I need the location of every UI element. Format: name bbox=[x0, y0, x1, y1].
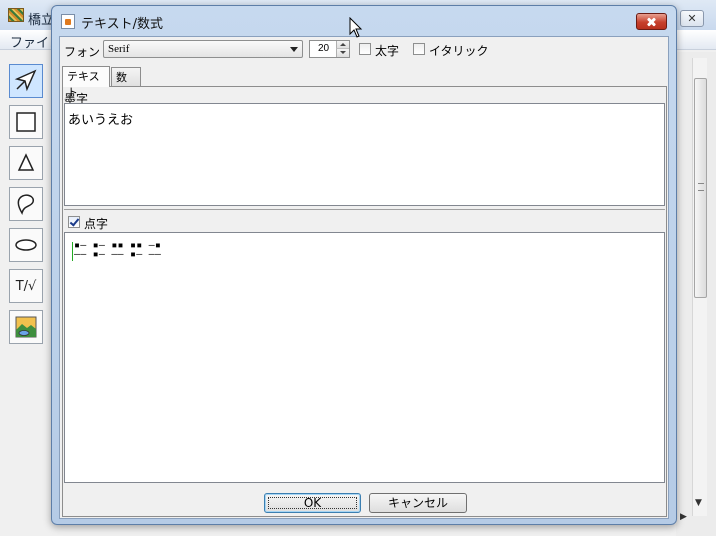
ink-text-area[interactable]: あいうえお bbox=[64, 103, 665, 206]
text-tab-panel: 墨字 あいうえお 点字 ▪‒ ▪‒ ▪▪ ▪▪ ‒▪ ‒‒ ▪‒ ‒‒ ▪‒ ‒… bbox=[62, 86, 667, 517]
spin-down-icon[interactable] bbox=[336, 49, 349, 57]
rectangle-icon bbox=[16, 112, 36, 132]
splitter[interactable] bbox=[64, 209, 665, 210]
java-cup-icon bbox=[61, 14, 75, 29]
scrollbar-thumb[interactable] bbox=[694, 78, 707, 298]
font-select-value: Serif bbox=[108, 43, 130, 55]
italic-checkbox[interactable] bbox=[413, 43, 425, 55]
dialog-close-button[interactable] bbox=[636, 13, 667, 30]
tool-rectangle[interactable] bbox=[9, 105, 43, 139]
bold-label[interactable]: 太字 bbox=[375, 42, 399, 59]
spin-up-icon[interactable] bbox=[336, 41, 349, 49]
tool-text-math[interactable]: T/√ bbox=[9, 269, 43, 303]
scroll-down-arrow-icon[interactable]: ▼ bbox=[695, 498, 702, 508]
tool-select[interactable] bbox=[9, 64, 43, 98]
tool-ellipse[interactable] bbox=[9, 228, 43, 262]
font-size-value: 20 bbox=[318, 43, 330, 54]
main-close-button[interactable]: ✕ bbox=[680, 10, 704, 27]
tool-triangle[interactable] bbox=[9, 146, 43, 180]
italic-label[interactable]: イタリック bbox=[429, 42, 489, 59]
bold-checkbox[interactable] bbox=[359, 43, 371, 55]
text-math-icon: T/√ bbox=[15, 278, 37, 294]
triangle-icon bbox=[17, 153, 35, 171]
freeform-icon bbox=[17, 194, 35, 215]
tool-freeform[interactable] bbox=[9, 187, 43, 221]
ok-button[interactable]: OK bbox=[264, 493, 361, 513]
scroll-right-arrow-icon[interactable]: ▶ bbox=[680, 512, 687, 522]
braille-label[interactable]: 点字 bbox=[84, 215, 108, 232]
tool-image[interactable] bbox=[9, 310, 43, 344]
braille-text-area[interactable]: ▪‒ ▪‒ ▪▪ ▪▪ ‒▪ ‒‒ ▪‒ ‒‒ ▪‒ ‒‒ bbox=[64, 232, 665, 483]
dialog-body: フォント Serif 20 太字 イタリック テキスト 数式 墨字 あいうえお … bbox=[59, 36, 669, 519]
tab-text[interactable]: テキスト bbox=[62, 66, 110, 99]
chevron-down-icon bbox=[290, 47, 298, 52]
braille-line: ‒‒ ▪‒ ‒‒ ▪‒ ‒‒ bbox=[74, 249, 162, 260]
braille-checkbox[interactable] bbox=[68, 216, 80, 228]
ink-text-value: あいうえお bbox=[68, 113, 134, 128]
font-select[interactable]: Serif bbox=[103, 40, 303, 58]
cancel-button[interactable]: キャンセル bbox=[369, 493, 467, 513]
dialog-title: テキスト/数式 bbox=[81, 17, 163, 32]
mouse-cursor-icon bbox=[349, 17, 363, 38]
app-icon bbox=[8, 8, 24, 22]
select-arrow-icon bbox=[14, 69, 37, 92]
image-icon bbox=[15, 316, 37, 338]
text-caret bbox=[72, 242, 73, 261]
tab-math[interactable]: 数式 bbox=[111, 67, 141, 100]
ellipse-icon bbox=[15, 239, 37, 251]
font-size-spinner[interactable]: 20 bbox=[309, 40, 350, 58]
drawing-toolbar: T/√ bbox=[6, 60, 46, 530]
vertical-scrollbar[interactable]: ▼ bbox=[692, 58, 707, 516]
text-math-dialog: テキスト/数式 フォント Serif 20 太字 イタリック テキスト 数式 墨… bbox=[51, 5, 677, 525]
